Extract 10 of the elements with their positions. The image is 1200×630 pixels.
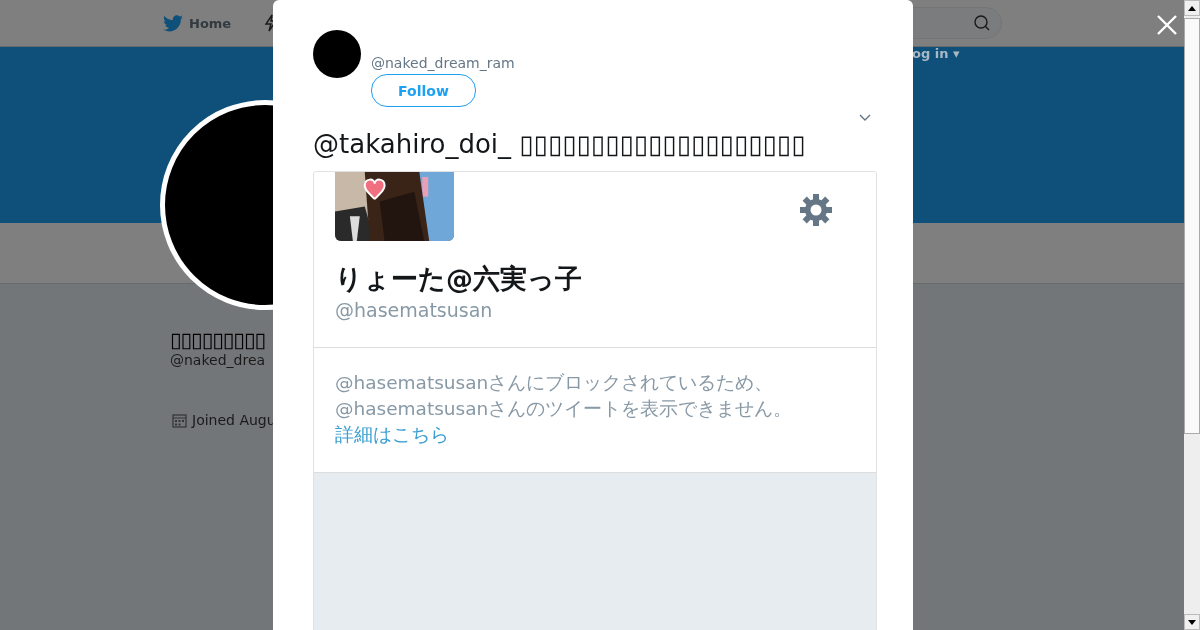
profile-handle: @naked_drea (170, 352, 267, 368)
author-handle[interactable]: @naked_dream_ram (371, 55, 515, 71)
follow-button[interactable]: Follow (371, 74, 476, 107)
login-link[interactable]: og in ▾ (912, 46, 960, 61)
user-handle: @hasematsusan (335, 299, 494, 321)
home-link[interactable]: Home (163, 14, 232, 32)
display-name: りょーた@六実っ子 (335, 262, 583, 296)
tweet-text: @takahiro_doi_ ▯▯▯▯▯▯▯▯▯▯▯▯▯▯▯▯▯▯▯▯ (313, 128, 806, 161)
learn-more-link[interactable]: 詳細はこちら (335, 424, 449, 445)
profile-name: ▯▯▯▯▯▯▯▯▯ (170, 328, 266, 352)
